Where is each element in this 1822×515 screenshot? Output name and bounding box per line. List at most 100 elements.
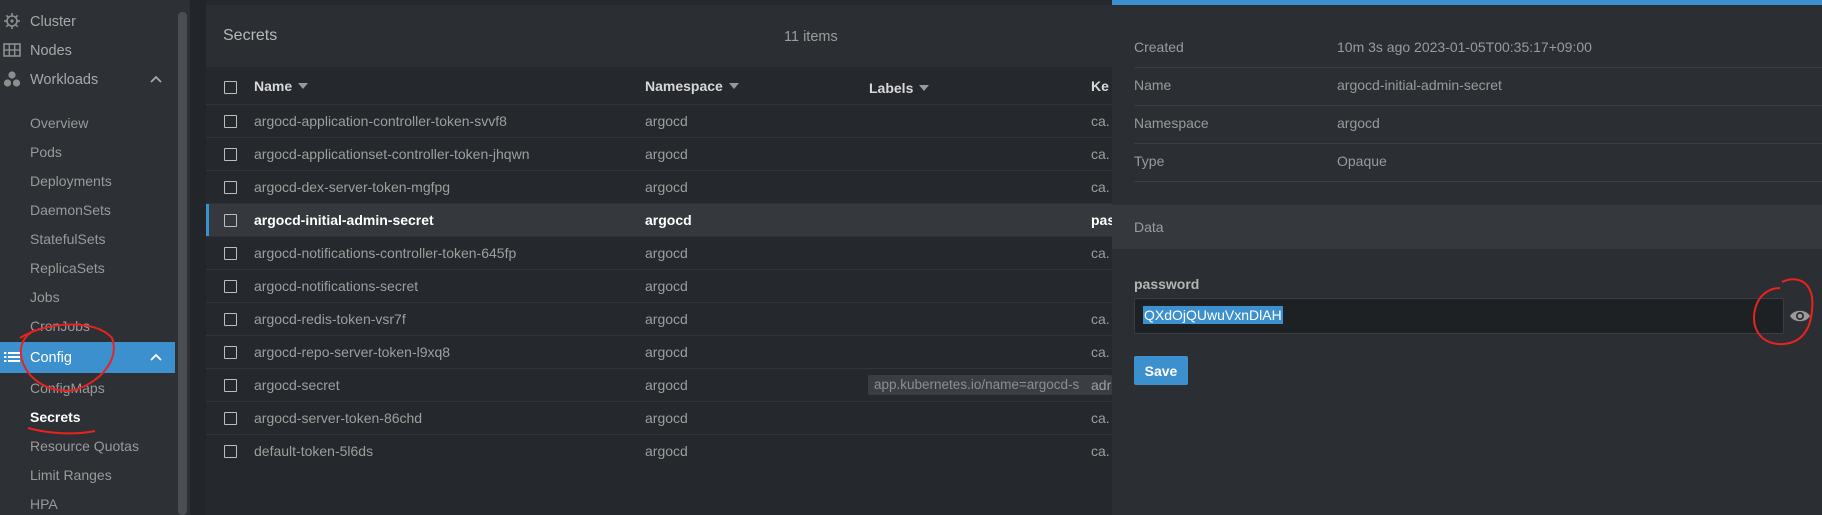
sidebar-item-replicasets[interactable]: ReplicaSets [0, 253, 175, 282]
sidebar-item-cluster[interactable]: Cluster [0, 7, 175, 36]
sidebar-item-cronjobs[interactable]: CronJobs [0, 311, 175, 340]
sidebar-item-deployments[interactable]: Deployments [0, 166, 175, 195]
row-checkbox[interactable] [224, 115, 237, 128]
table-row[interactable]: argocd-dex-server-token-mgfpg argocd ca. [206, 170, 1112, 203]
sidebar-item-label: Limit Ranges [30, 466, 112, 483]
sidebar-divider [190, 0, 206, 515]
column-header-label: Namespace [645, 78, 723, 94]
keys-cell: ca. [1091, 311, 1110, 327]
secret-name-cell: argocd-initial-admin-secret [254, 212, 434, 228]
table-row[interactable]: argocd-applicationset-controller-token-j… [206, 137, 1112, 170]
row-checkbox[interactable] [224, 280, 237, 293]
namespace-value: argocd [1337, 115, 1380, 131]
sort-down-icon [298, 83, 309, 89]
sidebar-item-workloads[interactable]: Workloads [0, 65, 175, 94]
sidebar-item-label: Cluster [30, 13, 76, 30]
sidebar-scrollbar-thumb[interactable] [178, 12, 187, 515]
table-row[interactable]: default-token-5l6ds argocd ca. [206, 434, 1112, 467]
sidebar-item-label: Jobs [30, 288, 60, 305]
password-label: password [1134, 276, 1200, 292]
column-header-labels[interactable]: Labels [869, 80, 930, 96]
namespace-cell: argocd [645, 146, 688, 162]
keys-cell: ca. [1091, 245, 1110, 261]
row-checkbox[interactable] [224, 214, 237, 227]
column-header-name[interactable]: Name [254, 78, 309, 94]
divider [1134, 105, 1822, 106]
sidebar: Cluster Nodes Workloads Overview Pods De… [0, 0, 190, 515]
secrets-list-panel: Secrets 11 items Name Namespace Labels K… [206, 0, 1115, 515]
sidebar-item-daemonsets[interactable]: DaemonSets [0, 195, 175, 224]
namespace-cell: argocd [645, 212, 692, 228]
secret-details-drawer: Created 10m 3s ago 2023-01-05T00:35:17+0… [1112, 0, 1822, 515]
sidebar-item-label: Overview [30, 114, 89, 131]
sidebar-item-statefulsets[interactable]: StatefulSets [0, 224, 175, 253]
sidebar-item-jobs[interactable]: Jobs [0, 282, 175, 311]
secret-name-cell: argocd-redis-token-vsr7f [254, 311, 406, 327]
sidebar-item-label: DaemonSets [30, 201, 111, 218]
sidebar-item-nodes[interactable]: Nodes [0, 36, 175, 65]
save-button[interactable]: Save [1134, 356, 1188, 385]
name-value: argocd-initial-admin-secret [1337, 77, 1502, 93]
sidebar-item-secrets[interactable]: Secrets [0, 402, 175, 431]
row-checkbox[interactable] [224, 181, 237, 194]
created-value: 10m 3s ago 2023-01-05T00:35:17+09:00 [1337, 39, 1592, 55]
namespace-cell: argocd [645, 179, 688, 195]
table-row[interactable]: argocd-redis-token-vsr7f argocd ca. [206, 302, 1112, 335]
secret-name-cell: argocd-repo-server-token-l9xq8 [254, 344, 451, 360]
secret-name-cell: argocd-server-token-86chd [254, 410, 423, 426]
table-row[interactable]: argocd-application-controller-token-svvf… [206, 104, 1112, 137]
divider [1134, 143, 1822, 144]
sidebar-item-label: Pods [30, 143, 62, 160]
divider [1134, 67, 1822, 68]
table-row[interactable]: argocd-notifications-controller-token-64… [206, 236, 1112, 269]
table-row[interactable]: argocd-repo-server-token-l9xq8 argocd ca. [206, 335, 1112, 368]
row-checkbox[interactable] [224, 379, 237, 392]
column-header-label: Name [254, 78, 293, 94]
namespace-cell: argocd [645, 278, 688, 294]
sidebar-item-pods[interactable]: Pods [0, 137, 175, 166]
row-checkbox[interactable] [224, 346, 237, 359]
type-value: Opaque [1337, 153, 1387, 169]
sidebar-item-config[interactable]: Config [0, 342, 175, 373]
row-checkbox[interactable] [224, 412, 237, 425]
sidebar-item-label: HPA [30, 495, 58, 512]
eye-icon[interactable] [1789, 307, 1811, 325]
sidebar-item-label: Nodes [30, 42, 72, 59]
namespace-cell: argocd [645, 245, 688, 261]
sidebar-item-label: ConfigMaps [30, 379, 105, 396]
sidebar-item-overview[interactable]: Overview [0, 108, 175, 137]
sidebar-item-hpa[interactable]: HPA [0, 489, 175, 515]
row-checkbox[interactable] [224, 148, 237, 161]
sidebar-item-label: Secrets [30, 408, 81, 425]
keys-cell: ca. [1091, 410, 1110, 426]
keys-cell: ca. [1091, 344, 1110, 360]
keys-cell: ca. [1091, 113, 1110, 129]
table-row[interactable]: argocd-secret argocd app.kubernetes.io/nam… [206, 368, 1112, 401]
drawer-accent-bar [1112, 0, 1822, 5]
table-row[interactable]: argocd-server-token-86chd argocd ca. [206, 401, 1112, 434]
table-row[interactable]: argocd-notifications-secret argocd [206, 269, 1112, 302]
column-header-namespace[interactable]: Namespace [645, 78, 739, 94]
sidebar-item-configmaps[interactable]: ConfigMaps [0, 373, 175, 402]
sort-down-icon [728, 83, 739, 89]
chevron-up-icon[interactable] [149, 72, 163, 86]
sidebar-item-limit-ranges[interactable]: Limit Ranges [0, 460, 175, 489]
sidebar-item-label: Workloads [30, 71, 99, 88]
secret-name-cell: argocd-dex-server-token-mgfpg [254, 179, 451, 195]
chevron-up-icon[interactable] [149, 350, 163, 364]
list-header: Secrets 11 items [206, 5, 1112, 67]
row-checkbox[interactable] [224, 247, 237, 260]
sidebar-item-label: CronJobs [30, 317, 90, 334]
sidebar-item-label: Resource Quotas [30, 437, 139, 454]
list-icon [4, 352, 20, 362]
table-row[interactable]: argocd-initial-admin-secret argocd pas [206, 203, 1115, 237]
column-header-keys[interactable]: Ke [1091, 78, 1109, 94]
row-checkbox[interactable] [224, 313, 237, 326]
password-field[interactable]: QXdOjQUwuVxnDlAH [1134, 298, 1784, 334]
page-title: Secrets [223, 27, 278, 44]
type-label: Type [1134, 153, 1165, 169]
select-all-checkbox[interactable] [224, 81, 237, 94]
sidebar-item-label: StatefulSets [30, 230, 106, 247]
sidebar-item-resource-quotas[interactable]: Resource Quotas [0, 431, 175, 460]
row-checkbox[interactable] [224, 445, 237, 458]
